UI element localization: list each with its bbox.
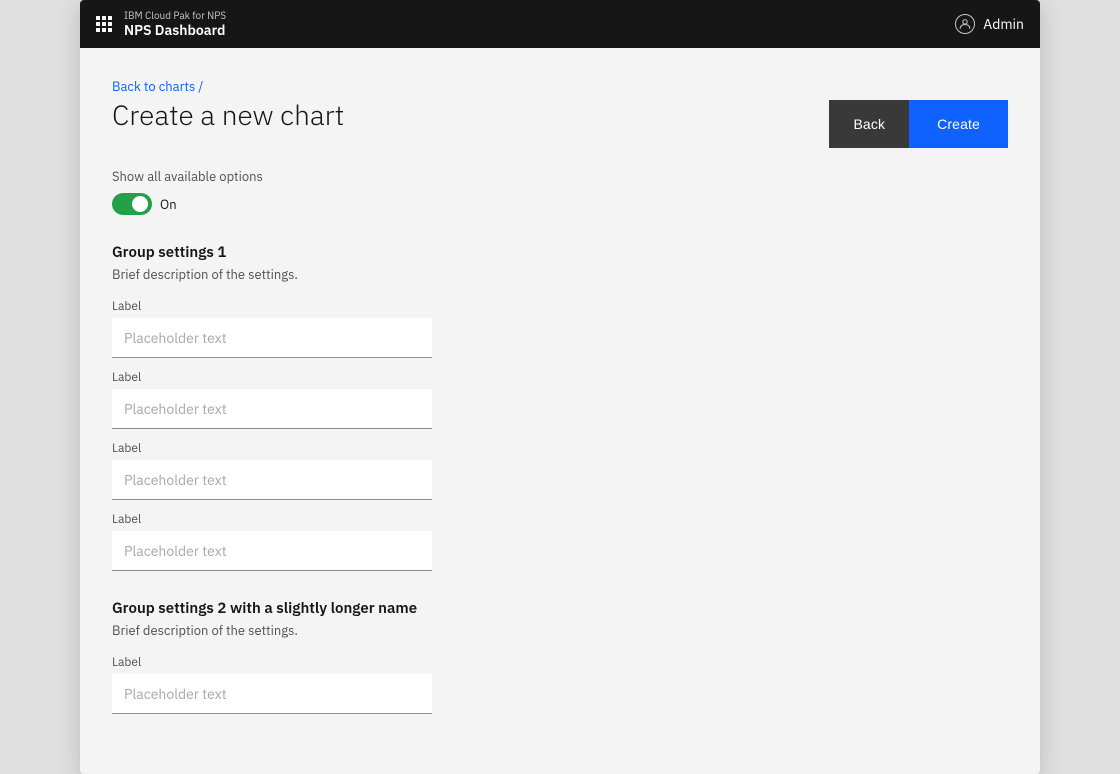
field-block: Label [112, 299, 1008, 358]
toggle-description: Show all available options [112, 168, 1008, 185]
user-icon [955, 14, 975, 34]
field-label-2: Label [112, 370, 1008, 385]
field-label-4: Label [112, 512, 1008, 527]
field-block: Label [112, 441, 1008, 500]
create-button[interactable]: Create [909, 100, 1008, 148]
field-label-3: Label [112, 441, 1008, 456]
group2-desc: Brief description of the settings. [112, 622, 1008, 639]
field-block: Label [112, 370, 1008, 429]
grid-dot [102, 22, 106, 26]
navbar-brand: IBM Cloud Pak for NPS NPS Dashboard [124, 10, 226, 39]
group1-desc: Brief description of the settings. [112, 266, 1008, 283]
navbar-subbrand: IBM Cloud Pak for NPS [124, 10, 226, 22]
grid-dot [108, 16, 112, 20]
grid-dot [96, 16, 100, 20]
field-input-2[interactable] [112, 389, 432, 429]
admin-label: Admin [983, 15, 1024, 33]
page-header-row: Create a new chart Back Create [112, 96, 1008, 148]
field-label-1: Label [112, 299, 1008, 314]
grid-dot [96, 22, 100, 26]
breadcrumb[interactable]: Back to charts / [112, 78, 203, 95]
field-input-5[interactable] [112, 674, 432, 714]
navbar: IBM Cloud Pak for NPS NPS Dashboard Admi… [80, 0, 1040, 48]
toggle-state-label: On [160, 196, 177, 213]
field-input-3[interactable] [112, 460, 432, 500]
toggle-row: Show all available options On [112, 168, 1008, 215]
group2-title: Group settings 2 with a slightly longer … [112, 599, 1008, 618]
form-group-1: Group settings 1 Brief description of th… [112, 243, 1008, 571]
field-input-1[interactable] [112, 318, 432, 358]
group1-title: Group settings 1 [112, 243, 1008, 262]
grid-dot [96, 28, 100, 32]
navbar-left: IBM Cloud Pak for NPS NPS Dashboard [96, 10, 226, 39]
field-block: Label [112, 512, 1008, 571]
grid-dot [102, 16, 106, 20]
page-title: Create a new chart [112, 96, 344, 133]
grid-icon[interactable] [96, 16, 112, 32]
field-input-4[interactable] [112, 531, 432, 571]
user-svg [958, 17, 972, 31]
navbar-title: NPS Dashboard [124, 22, 226, 39]
toggle-switch[interactable] [112, 193, 152, 215]
form-group-2: Group settings 2 with a slightly longer … [112, 599, 1008, 714]
grid-dot [108, 28, 112, 32]
grid-dot [108, 22, 112, 26]
field-block: Label [112, 655, 1008, 714]
app-window: IBM Cloud Pak for NPS NPS Dashboard Admi… [80, 0, 1040, 774]
toggle-container: On [112, 193, 1008, 215]
main-content: Back to charts / Create a new chart Back… [80, 48, 1040, 774]
grid-dot [102, 28, 106, 32]
navbar-admin[interactable]: Admin [955, 14, 1024, 34]
field-label-5: Label [112, 655, 1008, 670]
back-button[interactable]: Back [829, 100, 909, 148]
header-buttons: Back Create [829, 100, 1008, 148]
